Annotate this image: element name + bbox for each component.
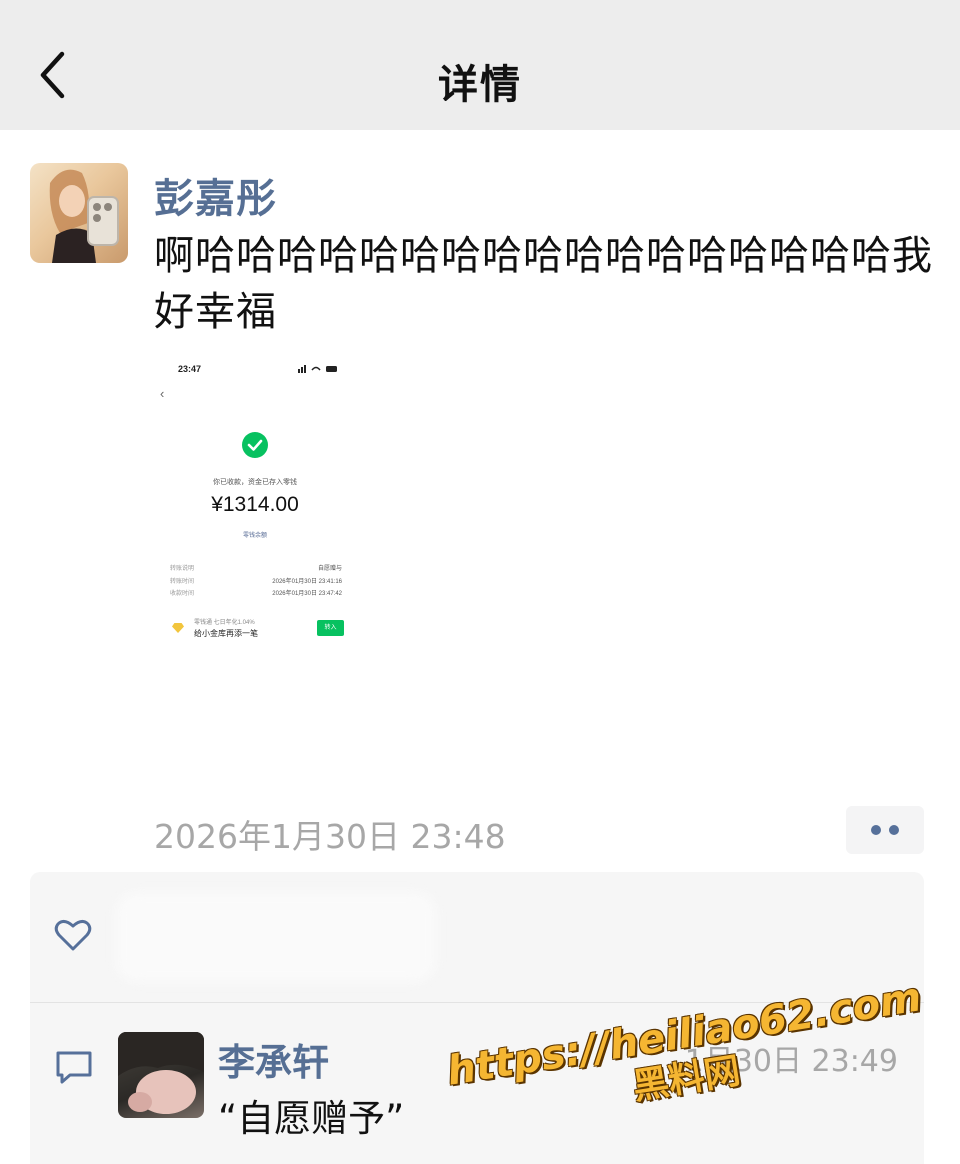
comment-text: “自愿赠予” bbox=[218, 1097, 405, 1140]
post-text: 啊哈哈哈哈哈哈哈哈哈哈哈哈哈哈哈哈哈我好幸福 bbox=[154, 233, 933, 335]
post-timestamp: 2026年1月30日 23:48 bbox=[154, 817, 506, 856]
image-status-time: 23:47 bbox=[178, 364, 202, 374]
redacted-likes bbox=[116, 892, 436, 982]
detail-row: 转账时间 2026年01月30日 23:41:16 bbox=[170, 579, 342, 585]
received-message: 你已收款，资金已存入零钱 bbox=[213, 479, 297, 486]
author-avatar[interactable] bbox=[30, 163, 128, 263]
likes-row bbox=[30, 872, 924, 1002]
balance-link: 零钱余额 bbox=[242, 533, 267, 539]
post-author-name[interactable]: 彭嘉彤 bbox=[154, 166, 277, 224]
status-icons bbox=[298, 365, 337, 373]
detail-row: 转账说明 自愿赠与 bbox=[170, 566, 342, 572]
more-button[interactable] bbox=[846, 806, 924, 854]
detail-row: 收款时间 2026年01月30日 23:47:42 bbox=[170, 591, 342, 597]
post-image[interactable]: 23:47 ‹ 你已收款，资金已存入零钱 ¥1314.00 零钱余额 转账说明自… bbox=[154, 350, 420, 650]
nav-bar: 详情 bbox=[0, 0, 960, 130]
promo-subtitle: 零钱通 七日年化1.04% bbox=[194, 620, 255, 626]
image-back-icon: ‹ bbox=[160, 386, 165, 401]
more-dots-icon bbox=[871, 825, 881, 835]
promo-title: 给小金库再添一笔 bbox=[194, 629, 258, 638]
gem-icon bbox=[172, 623, 184, 633]
comment-icon bbox=[56, 1051, 92, 1084]
heart-icon bbox=[54, 919, 92, 951]
commenter-name[interactable]: 李承轩 bbox=[218, 1032, 329, 1086]
success-check-icon bbox=[242, 432, 268, 458]
received-amount: ¥1314.00 bbox=[211, 493, 299, 516]
promo-button: 转入 bbox=[317, 620, 344, 636]
page-title: 详情 bbox=[438, 62, 522, 108]
commenter-avatar[interactable] bbox=[118, 1032, 204, 1118]
